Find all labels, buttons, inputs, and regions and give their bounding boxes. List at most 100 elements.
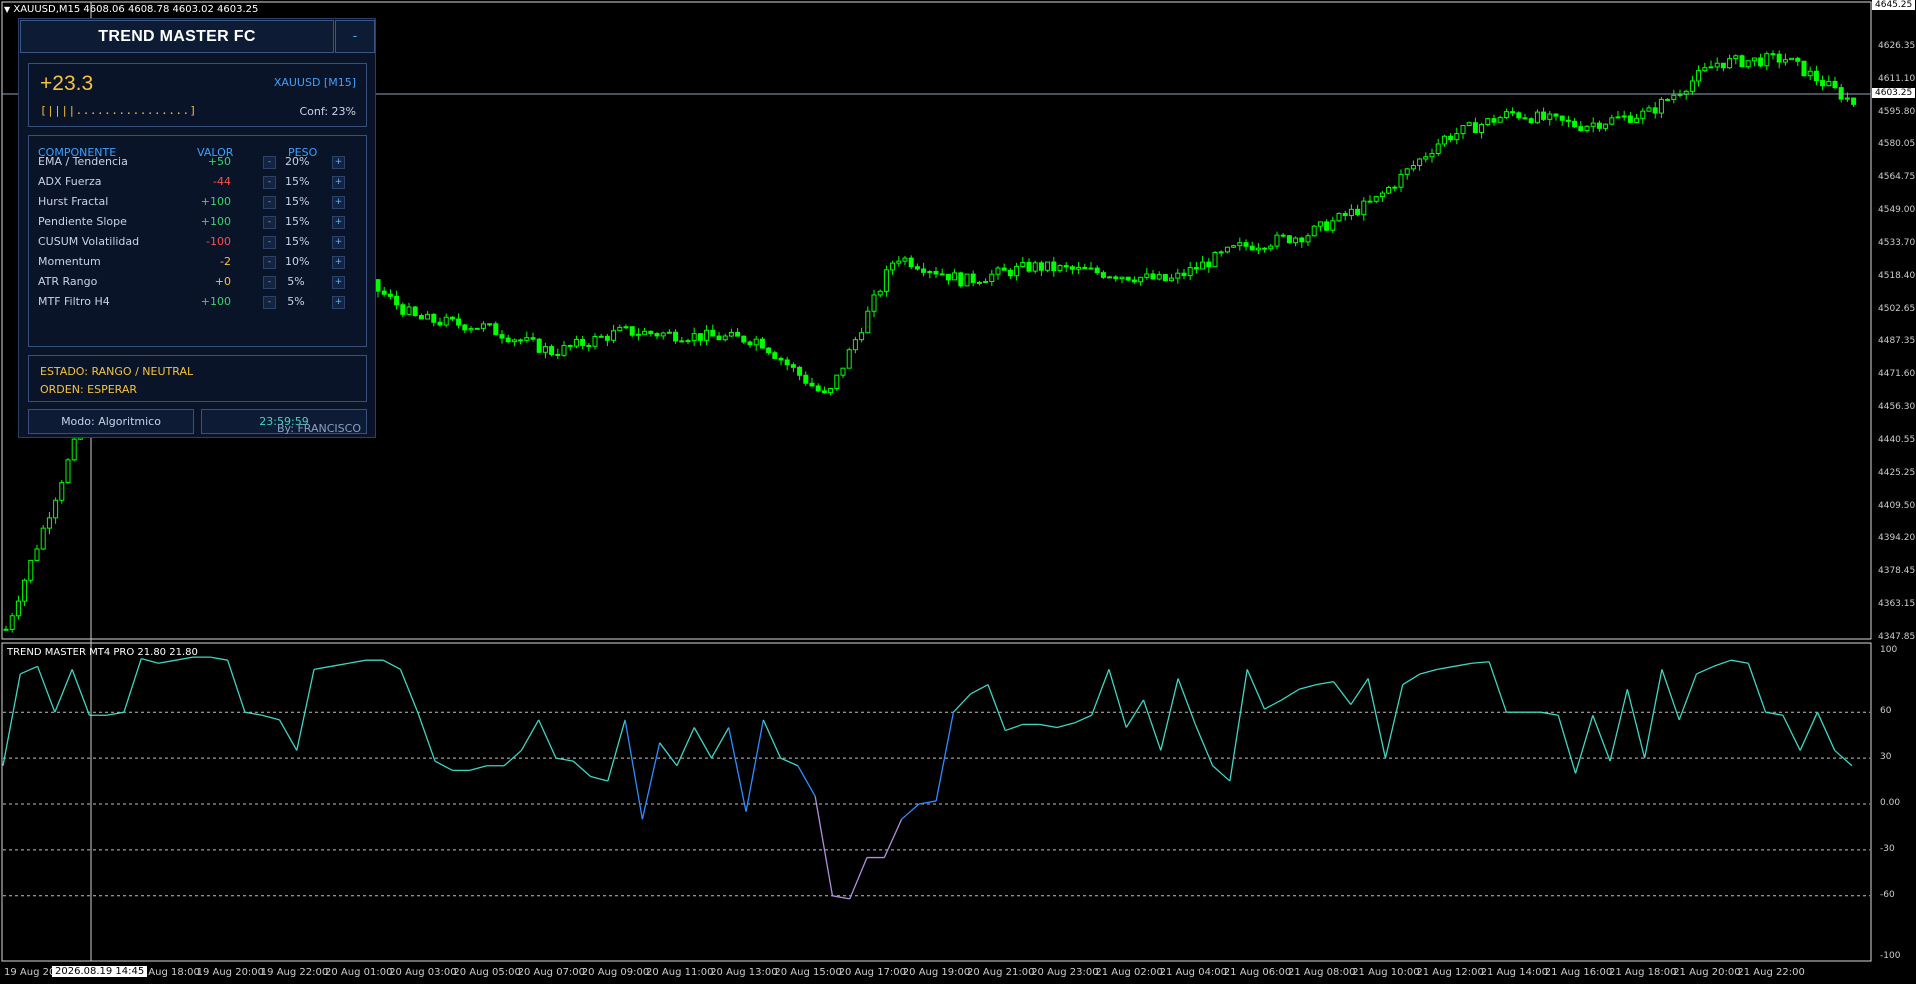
status-box: ESTADO: RANGO / NEUTRAL ORDEN: ESPERAR [28, 355, 367, 402]
price-tick: 4502.65 [1878, 303, 1916, 314]
increase-weight-button[interactable]: + [332, 296, 345, 309]
decrease-weight-button[interactable]: - [263, 276, 276, 289]
candle-body [1733, 55, 1739, 60]
oscillator-segment [1799, 711, 1819, 751]
price-tick: 4595.80 [1878, 106, 1916, 117]
oscillator-segment [780, 757, 799, 767]
oscillator-segment [1609, 689, 1628, 762]
candle-body [1144, 273, 1150, 278]
candle-body [1206, 261, 1212, 268]
candle-body [1249, 245, 1255, 251]
candle-body [1386, 187, 1392, 194]
oscillator-segment [1212, 765, 1231, 782]
candle-body [1429, 153, 1435, 158]
candle-body [1813, 70, 1819, 82]
candle-body [1336, 212, 1342, 222]
component-name: ADX Fuerza [38, 175, 102, 188]
candle-body [1541, 111, 1547, 120]
price-tick: 4518.40 [1878, 270, 1916, 281]
candle-body [914, 266, 920, 270]
time-tick: 20 Aug 17:00 [838, 967, 907, 978]
time-tick: 20 Aug 11:00 [646, 967, 714, 978]
candle-body [1007, 269, 1013, 277]
decrease-weight-button[interactable]: - [263, 156, 276, 169]
candle-body [964, 273, 970, 287]
candle-body [1231, 245, 1237, 248]
decrease-weight-button[interactable]: - [263, 296, 276, 309]
increase-weight-button[interactable]: + [332, 236, 345, 249]
candle-body [865, 310, 871, 334]
oscillator-segment [123, 658, 142, 713]
candle-body [573, 338, 579, 347]
candle-body [1237, 242, 1243, 247]
time-tick: 20 Aug 05:00 [453, 967, 521, 978]
candle-body [970, 273, 976, 283]
oscillator-segment [935, 712, 955, 802]
decrease-weight-button[interactable]: - [263, 216, 276, 229]
oscillator-segment [1782, 714, 1801, 751]
author-label: By: FRANCISCO [277, 422, 361, 435]
candle-body [1094, 267, 1100, 274]
oscillator-segment [1626, 689, 1646, 759]
oscillator-segment [158, 659, 176, 664]
oscillator-segment [901, 803, 920, 820]
candle-body [735, 331, 741, 337]
candle-body [1820, 80, 1826, 87]
candle-body [1665, 98, 1671, 101]
candle-body [877, 290, 883, 296]
trend-master-panel: TREND MASTER FC - +23.3 XAUUSD [M15] [||… [18, 18, 376, 438]
candle-body [1646, 107, 1652, 112]
candle-body [635, 333, 641, 336]
decrease-weight-button[interactable]: - [263, 256, 276, 269]
mode-button[interactable]: Modo: Algoritmico [28, 409, 194, 434]
oscillator-segment [572, 760, 591, 777]
candle-body [1113, 276, 1119, 280]
candle-body [1342, 212, 1348, 217]
oscillator-segment [987, 684, 1006, 731]
panel-title[interactable]: TREND MASTER FC [20, 20, 334, 53]
component-value: +100 [200, 295, 231, 308]
candle-body [1603, 123, 1609, 129]
increase-weight-button[interactable]: + [332, 276, 345, 289]
candle-body [933, 271, 939, 275]
increase-weight-button[interactable]: + [332, 176, 345, 189]
oscillator-line [2, 656, 1853, 900]
candle-body [1088, 267, 1094, 270]
oscillator-segment [797, 765, 816, 797]
increase-weight-button[interactable]: + [332, 156, 345, 169]
increase-weight-button[interactable]: + [332, 216, 345, 229]
candle-body [1764, 53, 1770, 67]
increase-weight-button[interactable]: + [332, 256, 345, 269]
candle-body [846, 349, 852, 369]
candle-body [412, 306, 418, 317]
price-tick: 4363.15 [1878, 599, 1916, 610]
candle-body [1032, 262, 1038, 272]
candle-body [1807, 70, 1813, 77]
candle-body [1671, 94, 1677, 100]
candle-body [1286, 235, 1292, 244]
candle-body [629, 326, 635, 336]
oscillator-segment [1713, 659, 1732, 667]
candle-body [511, 339, 517, 343]
increase-weight-button[interactable]: + [332, 196, 345, 209]
oscillator-segment [1264, 699, 1283, 710]
oscillator-segment [1696, 665, 1715, 675]
candle-body [1125, 276, 1131, 281]
price-tick: 4611.10 [1878, 73, 1916, 84]
oscillator-segment [1592, 715, 1611, 762]
decrease-weight-button[interactable]: - [263, 196, 276, 209]
decrease-weight-button[interactable]: - [263, 236, 276, 249]
oscillator-segment [106, 711, 125, 716]
oscillator-tick: 0.00 [1880, 798, 1901, 808]
minimize-button[interactable]: - [335, 20, 375, 53]
candle-body [1751, 57, 1757, 62]
oscillator-segment [728, 727, 747, 812]
decrease-weight-button[interactable]: - [263, 176, 276, 189]
component-row: Hurst Fractal +100 -15% + [29, 192, 366, 212]
oscillator-segment [555, 757, 574, 762]
candle-body [1293, 237, 1299, 244]
candle-body [34, 548, 40, 561]
candle-body [1472, 122, 1478, 134]
candle-body [1020, 261, 1026, 267]
time-tick: 20 Aug 21:00 [967, 967, 1035, 978]
